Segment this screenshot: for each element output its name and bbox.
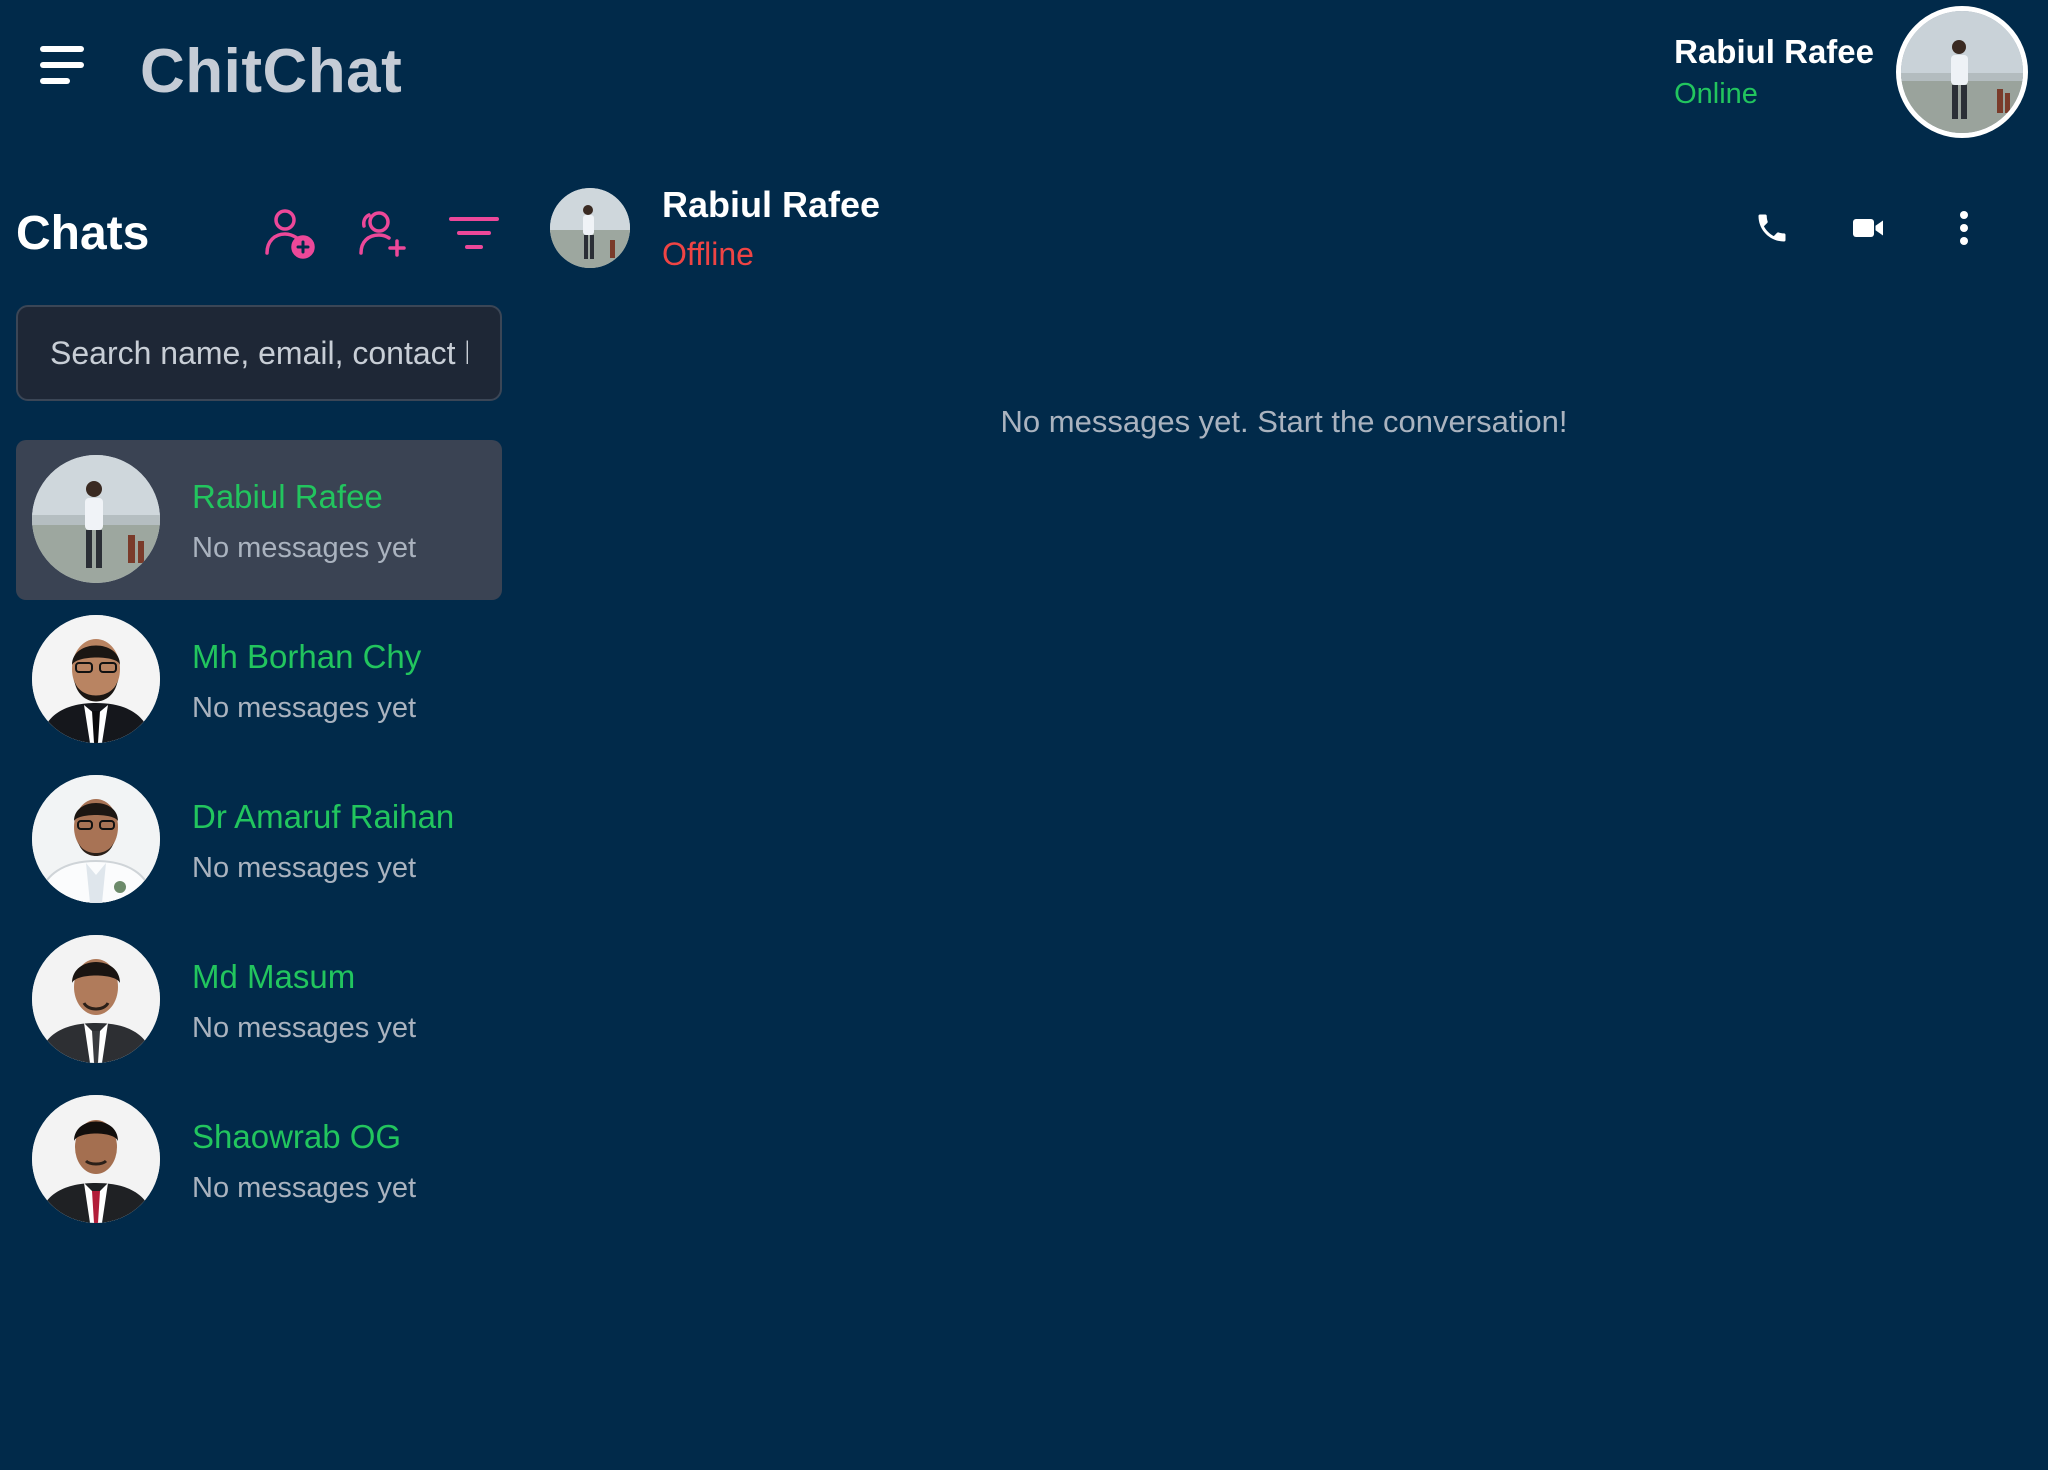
chat-item-dr-amaruf-raihan[interactable]: Dr Amaruf Raihan No messages yet (16, 760, 502, 920)
chat-item-shaowrab-og[interactable]: Shaowrab OG No messages yet (16, 1080, 502, 1240)
chat-app: ChitChat Rabiul Rafee Online Chats Searc… (0, 0, 2048, 1470)
chat-preview: No messages yet (192, 852, 417, 884)
avatar (32, 935, 160, 1063)
sidebar-actions (260, 204, 504, 264)
current-user-status: Online (1674, 78, 1758, 110)
search-input[interactable] (16, 305, 502, 401)
empty-conversation-message: No messages yet. Start the conversation! (1000, 404, 1568, 439)
filter-icon[interactable] (444, 204, 504, 264)
current-user[interactable]: Rabiul Rafee Online (1674, 6, 2028, 138)
conversation-actions (1700, 204, 1988, 252)
add-group-icon[interactable] (352, 204, 412, 264)
avatar (32, 455, 160, 583)
current-user-info: Rabiul Rafee Online (1674, 30, 1874, 114)
conversation-status: Offline (662, 236, 754, 272)
phone-icon[interactable] (1748, 204, 1796, 252)
chat-item-md-masum[interactable]: Md Masum No messages yet (16, 920, 502, 1080)
chats-title: Chats (16, 207, 150, 260)
chat-preview: No messages yet (192, 692, 417, 724)
chat-name: Mh Borhan Chy (192, 638, 422, 675)
chat-preview: No messages yet (192, 1172, 417, 1204)
more-vertical-icon[interactable] (1940, 204, 1988, 252)
chat-item-mh-borhan-chy[interactable]: Mh Borhan Chy No messages yet (16, 600, 502, 760)
avatar (32, 775, 160, 903)
chat-list: Rabiul Rafee No messages yet Mh Borhan C… (16, 440, 502, 1240)
avatar (32, 1095, 160, 1223)
menu-icon[interactable] (40, 46, 84, 86)
chat-name: Dr Amaruf Raihan (192, 798, 455, 835)
app-title: ChitChat (140, 37, 403, 106)
chat-preview: No messages yet (192, 532, 417, 564)
conversation-name: Rabiul Rafee (662, 184, 881, 225)
conversation-avatar[interactable] (550, 188, 630, 268)
avatar (32, 615, 160, 743)
sidebar: Chats Search name, email, contact h Rabi… (0, 190, 520, 1470)
chat-name: Rabiul Rafee (192, 478, 383, 515)
chat-preview: No messages yet (192, 1012, 417, 1044)
chat-name: Md Masum (192, 958, 356, 995)
add-user-icon[interactable] (260, 204, 320, 264)
current-user-name: Rabiul Rafee (1674, 33, 1874, 70)
chat-name: Shaowrab OG (192, 1118, 402, 1155)
current-user-avatar[interactable] (1896, 6, 2028, 138)
video-icon[interactable] (1844, 204, 1892, 252)
chat-item-rabiul-rafee[interactable]: Rabiul Rafee No messages yet (16, 440, 502, 600)
